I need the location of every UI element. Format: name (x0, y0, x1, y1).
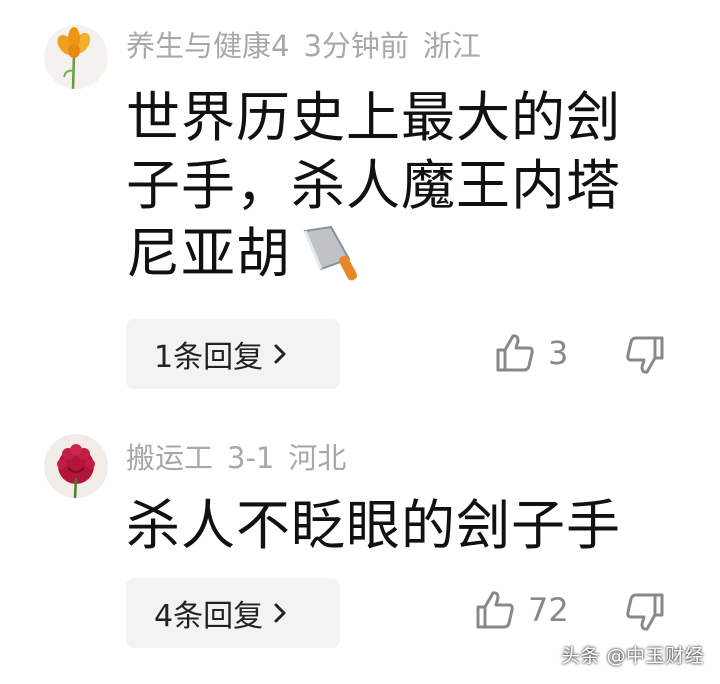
cleaver-knife-icon (303, 225, 358, 281)
comment-time: 3分钟前 (303, 29, 409, 63)
like-button[interactable]: 72 (474, 589, 569, 631)
view-replies-button[interactable]: 4条回复 (126, 578, 340, 648)
comment-meta: 搬运工 3-1 河北 (126, 444, 360, 473)
thumbs-down-icon (626, 593, 664, 631)
orange-flower-avatar-icon (44, 25, 108, 89)
comment-location: 河北 (288, 441, 347, 475)
username[interactable]: 养生与健康4 (126, 29, 289, 63)
chevron-right-icon (273, 343, 287, 365)
thumbs-down-icon (626, 336, 664, 374)
view-replies-button[interactable]: 1条回复 (126, 319, 340, 389)
comment-text-line: 子手，杀人魔王内塔 (126, 154, 621, 217)
thumbs-up-icon (496, 334, 534, 372)
comment-location: 浙江 (422, 29, 481, 63)
watermark: 头条 @中玉财经 (560, 645, 704, 667)
avatar[interactable] (44, 25, 108, 89)
comment-time: 3-1 (227, 441, 275, 475)
reply-count-label: 1条回复 (154, 340, 264, 375)
username[interactable]: 搬运工 (126, 441, 213, 475)
chevron-right-icon (273, 602, 287, 624)
comment-text-line: 世界历史上最大的刽 (126, 86, 621, 149)
comment-text: 世界历史上最大的刽 子手，杀人魔王内塔 尼亚胡 (126, 84, 686, 288)
comment-text-line: 杀人不眨眼的刽子手 (126, 494, 621, 557)
comment-item: 养生与健康4 3分钟前 浙江 世界历史上最大的刽 子手，杀人魔王内塔 尼亚胡 1条回… (0, 0, 720, 400)
red-rose-avatar-icon (44, 434, 108, 498)
dislike-button[interactable] (624, 591, 666, 637)
comment-text: 杀人不眨眼的刽子手 (126, 492, 686, 560)
reply-count-label: 4条回复 (154, 599, 264, 634)
like-button[interactable]: 3 (494, 332, 568, 374)
like-count: 3 (548, 334, 569, 372)
dislike-button[interactable] (624, 334, 666, 380)
avatar[interactable] (44, 434, 108, 498)
thumbs-up-icon (476, 591, 514, 629)
comment-text-line-wrap: 尼亚胡 (126, 220, 686, 288)
comment-meta: 养生与健康4 3分钟前 浙江 (126, 32, 495, 61)
like-count: 72 (528, 591, 569, 629)
comment-text-line: 尼亚胡 (126, 222, 291, 285)
